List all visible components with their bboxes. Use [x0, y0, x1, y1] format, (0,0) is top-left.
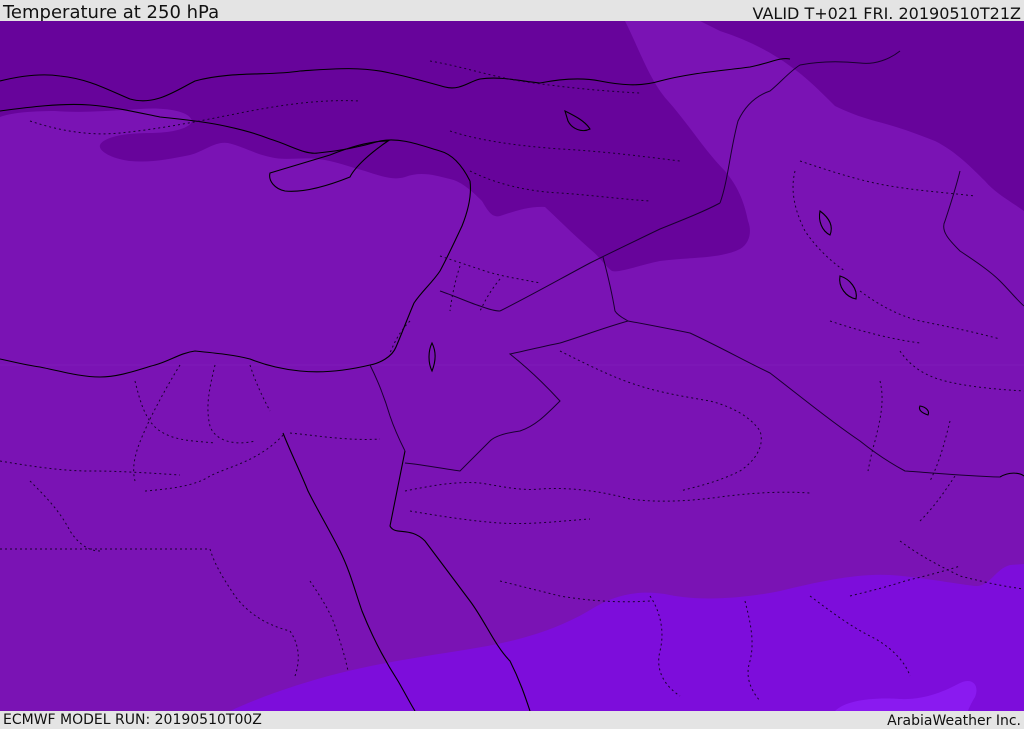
weather-map[interactable]	[0, 21, 1024, 711]
model-run-label: ECMWF MODEL RUN: 20190510T00Z	[3, 712, 262, 728]
bottom-bar: ECMWF MODEL RUN: 20190510T00Z ArabiaWeat…	[0, 711, 1024, 729]
map-title: Temperature at 250 hPa	[3, 2, 220, 23]
temperature-map-svg	[0, 21, 1024, 711]
credit-label: ArabiaWeather Inc.	[887, 713, 1021, 729]
top-bar: Temperature at 250 hPa VALID T+021 FRI. …	[0, 0, 1024, 23]
